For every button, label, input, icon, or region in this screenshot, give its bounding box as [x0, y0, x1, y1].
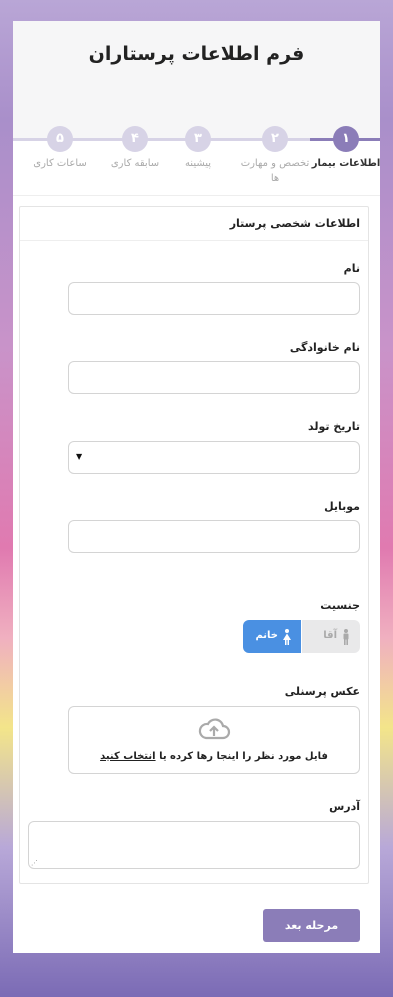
- step-label: تخصص و مهارت ها: [240, 158, 310, 184]
- step-label: ساعات کاری: [33, 158, 87, 169]
- mobile-label: موبایل: [324, 500, 360, 513]
- address-textarea[interactable]: ⋰: [28, 821, 360, 869]
- dropzone-instruction: فایل مورد نظر را اینجا رها کرده یا: [159, 751, 328, 762]
- divider: [13, 195, 380, 196]
- gender-label: جنسیت: [320, 599, 360, 612]
- personal-info-section: اطلاعات شخصی پرستار نام نام خانوادگی تار…: [19, 206, 369, 884]
- male-person-icon: [343, 629, 349, 645]
- first-name-input[interactable]: [68, 282, 360, 315]
- step-label: سابقه کاری: [110, 158, 160, 169]
- resize-handle-icon[interactable]: ⋰: [31, 859, 38, 867]
- next-step-button[interactable]: مرحله بعد: [263, 909, 360, 942]
- gender-female-button[interactable]: خانم: [243, 620, 301, 653]
- choose-file-link[interactable]: انتخاب کنید: [100, 751, 156, 762]
- first-name-label: نام: [343, 262, 360, 275]
- dropzone-text: فایل مورد نظر را اینجا رها کرده یا انتخا…: [69, 751, 359, 762]
- step-number: ۱: [333, 126, 359, 152]
- form-card: فرم اطلاعات پرستاران ۱ اطلاعات بیمار ۲ ت…: [13, 21, 380, 953]
- step-work-history[interactable]: ۴ سابقه کاری: [96, 126, 174, 171]
- caret-down-icon: ▼: [76, 452, 83, 461]
- gender-female-label: خانم: [255, 630, 278, 641]
- form-header: فرم اطلاعات پرستاران: [13, 21, 380, 141]
- step-number: ۲: [262, 126, 288, 152]
- birth-date-select[interactable]: ▼: [68, 441, 360, 474]
- step-label: اطلاعات بیمار: [311, 158, 381, 169]
- mobile-input[interactable]: [68, 520, 360, 553]
- female-person-icon: [283, 629, 291, 645]
- step-number: ۵: [47, 126, 73, 152]
- step-patient-info[interactable]: ۱ اطلاعات بیمار: [307, 126, 385, 171]
- last-name-input[interactable]: [68, 361, 360, 394]
- last-name-label: نام خانوادگی: [289, 341, 360, 354]
- step-specialty-skills[interactable]: ۲ تخصص و مهارت ها: [236, 126, 314, 186]
- section-title: اطلاعات شخصی پرستار: [20, 207, 368, 241]
- gender-male-label: آقا: [323, 630, 337, 641]
- address-label: آدرس: [329, 800, 360, 813]
- stepper: ۱ اطلاعات بیمار ۲ تخصص و مهارت ها ۳ پیشی…: [13, 126, 380, 216]
- page-title: فرم اطلاعات پرستاران: [88, 43, 305, 65]
- birth-date-label: تاریخ تولد: [308, 420, 360, 433]
- photo-label: عکس پرسنلی: [284, 685, 360, 698]
- step-number: ۴: [122, 126, 148, 152]
- step-work-hours[interactable]: ۵ ساعات کاری: [21, 126, 99, 171]
- step-number: ۳: [185, 126, 211, 152]
- photo-dropzone[interactable]: فایل مورد نظر را اینجا رها کرده یا انتخا…: [68, 706, 360, 774]
- cloud-upload-icon: [198, 718, 231, 740]
- gender-toggle: آقا خانم: [243, 620, 360, 653]
- gender-male-button[interactable]: آقا: [302, 620, 360, 653]
